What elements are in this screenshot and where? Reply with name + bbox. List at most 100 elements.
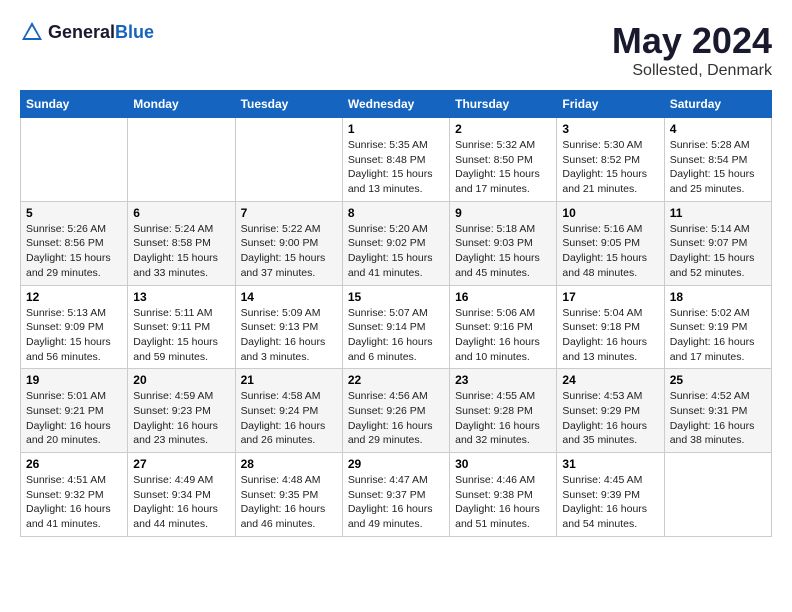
calendar-day-cell: 30 Sunrise: 4:46 AM Sunset: 9:38 PM Dayli…	[450, 453, 557, 537]
day-number: 24	[562, 373, 658, 387]
weekday-header: Wednesday	[342, 91, 449, 118]
day-number: 14	[241, 290, 337, 304]
day-detail: Sunrise: 4:52 AM Sunset: 9:31 PM Dayligh…	[670, 389, 766, 448]
calendar-day-cell: 14Sunrise: 5:09 AM Sunset: 9:13 PM Dayli…	[235, 285, 342, 369]
calendar-week-row: 26 Sunrise: 4:51 AM Sunset: 9:32 PM Dayli…	[21, 453, 772, 537]
day-number: 20	[133, 373, 229, 387]
calendar-day-cell: 5Sunrise: 5:26 AM Sunset: 8:56 PM Daylig…	[21, 201, 128, 285]
day-detail: Sunrise: 5:32 AM Sunset: 8:50 PM Dayligh…	[455, 138, 551, 197]
calendar-day-cell: 12Sunrise: 5:13 AM Sunset: 9:09 PM Dayli…	[21, 285, 128, 369]
calendar-day-cell: 3 Sunrise: 5:30 AM Sunset: 8:52 PM Daylig…	[557, 118, 664, 202]
calendar-day-cell	[21, 118, 128, 202]
day-detail: Sunrise: 5:20 AM Sunset: 9:02 PM Dayligh…	[348, 222, 444, 281]
day-detail: Sunrise: 4:59 AM Sunset: 9:23 PM Dayligh…	[133, 389, 229, 448]
calendar-day-cell: 9 Sunrise: 5:18 AM Sunset: 9:03 PM Daylig…	[450, 201, 557, 285]
day-detail: Sunrise: 4:56 AM Sunset: 9:26 PM Dayligh…	[348, 389, 444, 448]
weekday-header: Monday	[128, 91, 235, 118]
day-number: 3	[562, 122, 658, 136]
day-number: 10	[562, 206, 658, 220]
calendar-day-cell: 6Sunrise: 5:24 AM Sunset: 8:58 PM Daylig…	[128, 201, 235, 285]
day-number: 31	[562, 457, 658, 471]
logo-icon	[20, 20, 44, 44]
calendar-week-row: 1 Sunrise: 5:35 AM Sunset: 8:48 PM Daylig…	[21, 118, 772, 202]
calendar-day-cell: 20 Sunrise: 4:59 AM Sunset: 9:23 PM Dayli…	[128, 369, 235, 453]
day-number: 13	[133, 290, 229, 304]
calendar-day-cell: 2 Sunrise: 5:32 AM Sunset: 8:50 PM Daylig…	[450, 118, 557, 202]
day-detail: Sunrise: 5:07 AM Sunset: 9:14 PM Dayligh…	[348, 306, 444, 365]
calendar-week-row: 12Sunrise: 5:13 AM Sunset: 9:09 PM Dayli…	[21, 285, 772, 369]
calendar-day-cell: 21 Sunrise: 4:58 AM Sunset: 9:24 PM Dayli…	[235, 369, 342, 453]
day-number: 22	[348, 373, 444, 387]
calendar-day-cell	[128, 118, 235, 202]
day-detail: Sunrise: 5:26 AM Sunset: 8:56 PM Dayligh…	[26, 222, 122, 281]
day-number: 2	[455, 122, 551, 136]
calendar-day-cell: 29Sunrise: 4:47 AM Sunset: 9:37 PM Dayli…	[342, 453, 449, 537]
day-detail: Sunrise: 4:46 AM Sunset: 9:38 PM Dayligh…	[455, 473, 551, 532]
day-number: 1	[348, 122, 444, 136]
day-number: 21	[241, 373, 337, 387]
day-number: 30	[455, 457, 551, 471]
day-number: 9	[455, 206, 551, 220]
day-number: 7	[241, 206, 337, 220]
header: GeneralBlue May 2024 Sollested, Denmark	[20, 20, 772, 80]
calendar-day-cell: 18 Sunrise: 5:02 AM Sunset: 9:19 PM Dayli…	[664, 285, 771, 369]
day-detail: Sunrise: 4:49 AM Sunset: 9:34 PM Dayligh…	[133, 473, 229, 532]
day-detail: Sunrise: 5:22 AM Sunset: 9:00 PM Dayligh…	[241, 222, 337, 281]
day-detail: Sunrise: 5:02 AM Sunset: 9:19 PM Dayligh…	[670, 306, 766, 365]
day-number: 18	[670, 290, 766, 304]
calendar-header-row: SundayMondayTuesdayWednesdayThursdayFrid…	[21, 91, 772, 118]
calendar-day-cell: 27 Sunrise: 4:49 AM Sunset: 9:34 PM Dayli…	[128, 453, 235, 537]
day-detail: Sunrise: 4:51 AM Sunset: 9:32 PM Dayligh…	[26, 473, 122, 532]
weekday-header: Sunday	[21, 91, 128, 118]
day-detail: Sunrise: 4:47 AM Sunset: 9:37 PM Dayligh…	[348, 473, 444, 532]
logo-text-blue: Blue	[115, 22, 154, 42]
calendar-day-cell: 22 Sunrise: 4:56 AM Sunset: 9:26 PM Dayli…	[342, 369, 449, 453]
day-detail: Sunrise: 5:24 AM Sunset: 8:58 PM Dayligh…	[133, 222, 229, 281]
calendar-day-cell: 1 Sunrise: 5:35 AM Sunset: 8:48 PM Daylig…	[342, 118, 449, 202]
day-number: 16	[455, 290, 551, 304]
day-detail: Sunrise: 5:18 AM Sunset: 9:03 PM Dayligh…	[455, 222, 551, 281]
calendar-day-cell: 4Sunrise: 5:28 AM Sunset: 8:54 PM Daylig…	[664, 118, 771, 202]
day-detail: Sunrise: 5:14 AM Sunset: 9:07 PM Dayligh…	[670, 222, 766, 281]
calendar-week-row: 5Sunrise: 5:26 AM Sunset: 8:56 PM Daylig…	[21, 201, 772, 285]
calendar-day-cell: 13 Sunrise: 5:11 AM Sunset: 9:11 PM Dayli…	[128, 285, 235, 369]
day-number: 11	[670, 206, 766, 220]
day-detail: Sunrise: 5:01 AM Sunset: 9:21 PM Dayligh…	[26, 389, 122, 448]
logo: GeneralBlue	[20, 20, 154, 44]
title-area: May 2024 Sollested, Denmark	[612, 20, 772, 80]
weekday-header: Tuesday	[235, 91, 342, 118]
day-detail: Sunrise: 4:58 AM Sunset: 9:24 PM Dayligh…	[241, 389, 337, 448]
day-number: 27	[133, 457, 229, 471]
calendar-day-cell: 19 Sunrise: 5:01 AM Sunset: 9:21 PM Dayli…	[21, 369, 128, 453]
calendar-day-cell: 17Sunrise: 5:04 AM Sunset: 9:18 PM Dayli…	[557, 285, 664, 369]
calendar-day-cell: 23 Sunrise: 4:55 AM Sunset: 9:28 PM Dayli…	[450, 369, 557, 453]
day-detail: Sunrise: 5:16 AM Sunset: 9:05 PM Dayligh…	[562, 222, 658, 281]
calendar-day-cell: 15 Sunrise: 5:07 AM Sunset: 9:14 PM Dayli…	[342, 285, 449, 369]
day-detail: Sunrise: 5:11 AM Sunset: 9:11 PM Dayligh…	[133, 306, 229, 365]
weekday-header: Friday	[557, 91, 664, 118]
day-detail: Sunrise: 5:35 AM Sunset: 8:48 PM Dayligh…	[348, 138, 444, 197]
day-detail: Sunrise: 5:30 AM Sunset: 8:52 PM Dayligh…	[562, 138, 658, 197]
calendar-day-cell: 8 Sunrise: 5:20 AM Sunset: 9:02 PM Daylig…	[342, 201, 449, 285]
calendar-day-cell: 10 Sunrise: 5:16 AM Sunset: 9:05 PM Dayli…	[557, 201, 664, 285]
day-number: 26	[26, 457, 122, 471]
day-detail: Sunrise: 5:06 AM Sunset: 9:16 PM Dayligh…	[455, 306, 551, 365]
calendar-week-row: 19 Sunrise: 5:01 AM Sunset: 9:21 PM Dayli…	[21, 369, 772, 453]
day-number: 17	[562, 290, 658, 304]
calendar-day-cell	[664, 453, 771, 537]
day-number: 28	[241, 457, 337, 471]
day-number: 4	[670, 122, 766, 136]
calendar-day-cell: 25Sunrise: 4:52 AM Sunset: 9:31 PM Dayli…	[664, 369, 771, 453]
day-number: 19	[26, 373, 122, 387]
day-detail: Sunrise: 5:13 AM Sunset: 9:09 PM Dayligh…	[26, 306, 122, 365]
day-number: 15	[348, 290, 444, 304]
day-detail: Sunrise: 4:55 AM Sunset: 9:28 PM Dayligh…	[455, 389, 551, 448]
calendar-day-cell: 28 Sunrise: 4:48 AM Sunset: 9:35 PM Dayli…	[235, 453, 342, 537]
calendar-day-cell: 26 Sunrise: 4:51 AM Sunset: 9:32 PM Dayli…	[21, 453, 128, 537]
day-detail: Sunrise: 4:45 AM Sunset: 9:39 PM Dayligh…	[562, 473, 658, 532]
logo-text-general: General	[48, 22, 115, 42]
calendar-day-cell: 7 Sunrise: 5:22 AM Sunset: 9:00 PM Daylig…	[235, 201, 342, 285]
day-number: 8	[348, 206, 444, 220]
day-detail: Sunrise: 4:48 AM Sunset: 9:35 PM Dayligh…	[241, 473, 337, 532]
day-number: 23	[455, 373, 551, 387]
